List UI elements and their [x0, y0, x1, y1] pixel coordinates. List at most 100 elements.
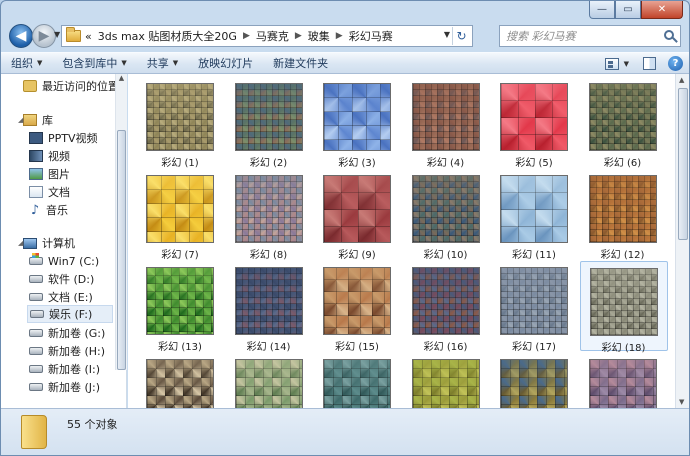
- chevron-down-icon: ▼: [172, 59, 179, 67]
- folder-icon: [21, 415, 47, 449]
- file-item[interactable]: [491, 353, 579, 408]
- file-item[interactable]: [226, 353, 314, 408]
- file-item[interactable]: 彩幻 (17): [491, 261, 579, 353]
- search-input[interactable]: [506, 29, 656, 43]
- file-item[interactable]: [314, 353, 402, 408]
- mosaic-thumbnail: [323, 267, 391, 335]
- mosaic-thumbnail: [323, 83, 391, 151]
- nav-drive[interactable]: 文档 (E:): [29, 288, 93, 306]
- nav-label: 图片: [48, 168, 70, 181]
- breadcrumb-separator-icon[interactable]: ▶: [336, 31, 343, 41]
- slideshow-button[interactable]: 放映幻灯片: [198, 55, 253, 71]
- new-folder-button[interactable]: 新建文件夹: [273, 55, 328, 71]
- file-item[interactable]: 彩幻 (13): [137, 261, 225, 353]
- forward-button[interactable]: ▶: [32, 24, 56, 48]
- file-item[interactable]: 彩幻 (10): [403, 169, 491, 261]
- caption-buttons: — ▭ ✕: [589, 1, 683, 19]
- file-item[interactable]: 彩幻 (16): [403, 261, 491, 353]
- scroll-down-icon[interactable]: ▼: [679, 398, 684, 406]
- nav-drive[interactable]: 新加卷 (H:): [29, 342, 105, 360]
- file-item[interactable]: 彩幻 (12): [580, 169, 668, 261]
- minimize-button[interactable]: —: [589, 1, 615, 19]
- file-name: 彩幻 (9): [338, 250, 376, 261]
- file-item[interactable]: 彩幻 (3): [314, 77, 402, 169]
- chevron-down-icon[interactable]: ▼: [624, 60, 629, 68]
- breadcrumb-separator-icon[interactable]: ▶: [295, 31, 302, 41]
- close-button[interactable]: ✕: [641, 1, 683, 19]
- preview-pane-icon[interactable]: [643, 57, 656, 70]
- file-item[interactable]: 彩幻 (7): [137, 169, 225, 261]
- help-icon[interactable]: ?: [668, 56, 683, 71]
- file-name: 彩幻 (3): [338, 158, 376, 169]
- nav-label: 新加卷 (I:): [48, 363, 101, 376]
- nav-library-documents[interactable]: 文档: [29, 183, 70, 201]
- breadcrumb-item[interactable]: 马赛克: [256, 28, 289, 44]
- maximize-button[interactable]: ▭: [615, 1, 641, 19]
- breadcrumb-separator-icon[interactable]: ▶: [243, 31, 250, 41]
- nav-drive[interactable]: 新加卷 (G:): [29, 324, 105, 342]
- nav-label: 新加卷 (J:): [48, 381, 101, 394]
- file-item[interactable]: 彩幻 (2): [226, 77, 314, 169]
- file-item[interactable]: 彩幻 (15): [314, 261, 402, 353]
- include-in-library-button[interactable]: 包含到库中 ▼: [62, 55, 126, 71]
- nav-drive[interactable]: 软件 (D:): [29, 270, 94, 288]
- change-view-icon[interactable]: [604, 57, 619, 70]
- toolbar-right: ▼ ?: [604, 56, 683, 71]
- forward-arrow-icon: ▶: [38, 28, 50, 44]
- nav-drive[interactable]: 新加卷 (J:): [29, 378, 100, 396]
- file-item[interactable]: 彩幻 (1): [137, 77, 225, 169]
- nav-label: PPTV视频: [48, 132, 98, 145]
- nav-libraries[interactable]: ◢ 库: [15, 111, 53, 129]
- mosaic-thumbnail: [588, 359, 657, 408]
- recent-pages-dropdown[interactable]: ▼: [54, 30, 60, 39]
- file-item[interactable]: 彩幻 (6): [580, 77, 668, 169]
- collapse-arrow-icon[interactable]: ◢: [18, 116, 23, 124]
- file-item[interactable]: 彩幻 (14): [226, 261, 314, 353]
- mosaic-thumbnail: [146, 359, 214, 408]
- toolbar-label: 组织: [11, 57, 33, 70]
- collapse-arrow-icon[interactable]: ◢: [18, 239, 23, 247]
- mosaic-thumbnail: [589, 268, 658, 336]
- chevron-down-icon: ▼: [121, 59, 127, 67]
- file-item[interactable]: 彩幻 (8): [226, 169, 314, 261]
- back-button[interactable]: ◀: [9, 24, 33, 48]
- address-bar[interactable]: « 3ds max 贴图材质大全20G ▶ 马赛克 ▶ 玻集 ▶ 彩幻马赛 ▼ …: [61, 25, 473, 47]
- nav-library-pptv[interactable]: PPTV视频: [29, 129, 98, 147]
- file-item[interactable]: 彩幻 (11): [491, 169, 579, 261]
- file-item[interactable]: 彩幻 (18): [579, 261, 668, 354]
- nav-library-videos[interactable]: 视频: [29, 147, 70, 165]
- organize-button[interactable]: 组织 ▼: [11, 55, 42, 71]
- breadcrumb-item[interactable]: 玻集: [308, 28, 330, 44]
- file-item[interactable]: [580, 353, 668, 408]
- system-drive-icon: [29, 253, 43, 265]
- nav-computer[interactable]: ◢ 计算机: [15, 234, 75, 252]
- breadcrumb-item[interactable]: 3ds max 贴图材质大全20G: [98, 28, 237, 44]
- nav-library-music[interactable]: ♪ 音乐: [29, 201, 68, 219]
- refresh-button[interactable]: ↻: [452, 27, 470, 45]
- nav-drive[interactable]: 新加卷 (I:): [29, 360, 100, 378]
- nav-drive[interactable]: Win7 (C:): [29, 252, 99, 270]
- computer-icon: [23, 237, 37, 249]
- breadcrumb-overflow[interactable]: «: [85, 30, 92, 43]
- scroll-up-icon[interactable]: ▲: [679, 76, 684, 84]
- file-item[interactable]: 彩幻 (9): [314, 169, 402, 261]
- file-item[interactable]: 彩幻 (5): [491, 77, 579, 169]
- scroll-thumb[interactable]: [678, 88, 688, 240]
- search-icon[interactable]: [664, 30, 674, 40]
- mosaic-thumbnail: [500, 359, 568, 408]
- file-item[interactable]: [137, 353, 225, 408]
- nav-library-pictures[interactable]: 图片: [29, 165, 70, 183]
- scroll-up-icon[interactable]: ▲: [116, 74, 127, 86]
- search-box: [499, 25, 681, 47]
- file-item[interactable]: 彩幻 (4): [403, 77, 491, 169]
- breadcrumb-item[interactable]: 彩幻马赛: [349, 28, 393, 44]
- address-dropdown-icon[interactable]: ▼: [444, 30, 450, 39]
- nav-scrollbar[interactable]: ▲: [115, 74, 127, 370]
- drive-icon: [29, 347, 43, 355]
- scroll-thumb[interactable]: [117, 130, 126, 370]
- content-scrollbar[interactable]: ▲ ▼: [675, 74, 689, 408]
- share-button[interactable]: 共享 ▼: [147, 55, 178, 71]
- file-item[interactable]: [403, 353, 491, 408]
- nav-recent-places[interactable]: 最近访问的位置: [23, 77, 119, 95]
- nav-drive-selected[interactable]: 娱乐 (F:): [27, 305, 113, 323]
